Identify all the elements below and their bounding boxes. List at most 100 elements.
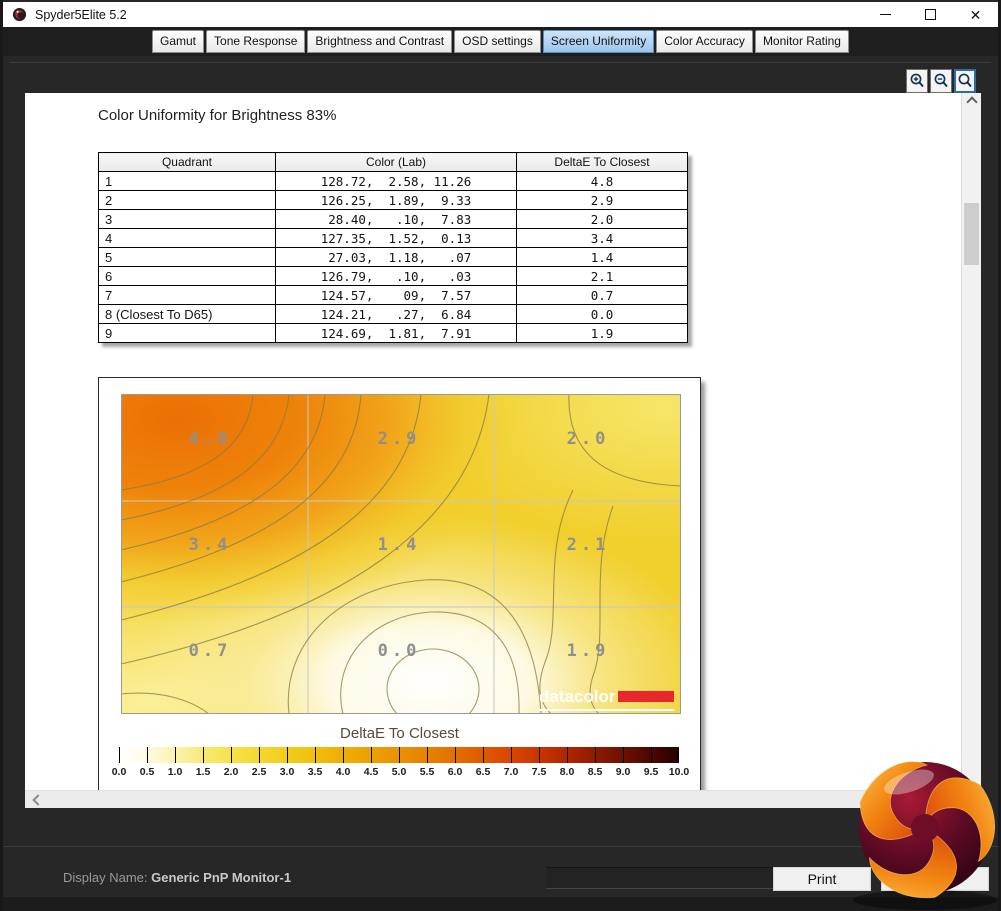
svg-text:datacolor: datacolor: [539, 687, 616, 706]
close-button[interactable]: ✕: [953, 2, 998, 27]
colorbar-tick-label: 6.5: [475, 766, 491, 778]
cell-delta: 3.4: [516, 228, 688, 248]
cell-quad: 9: [98, 323, 276, 343]
cell-lab: 128.72, 2.58, 11.26: [275, 171, 517, 191]
cell-lab: 126.25, 1.89, 9.33: [275, 190, 517, 210]
minimize-button[interactable]: [863, 2, 908, 27]
table-row: 3 28.40, .10, 7.83 2.0: [98, 209, 688, 229]
quadrant-value-label: 1.9: [567, 641, 610, 661]
colorbar-tick-label: 9.5: [643, 766, 659, 778]
colorbar-tick: [595, 747, 596, 763]
panel-divider: [10, 62, 991, 63]
page-title: Color Uniformity for Brightness 83%: [98, 107, 337, 124]
cell-quad: 2: [98, 190, 276, 210]
tab-osd-settings[interactable]: OSD settings: [454, 30, 541, 53]
colorbar-title: DeltaE To Closest: [340, 725, 459, 742]
colorbar-tick-label: 3.5: [307, 766, 323, 778]
zoom-in-button[interactable]: [906, 69, 928, 93]
cell-quad: 8 (Closest To D65): [98, 304, 276, 324]
cell-lab: 124.21, .27, 6.84: [275, 304, 517, 324]
cell-delta: 2.1: [516, 266, 688, 286]
quadrant-value-label: 0.7: [189, 641, 232, 661]
column-header-quadrant: Quadrant: [98, 152, 276, 172]
display-name-label: Display Name:: [63, 870, 148, 885]
zoom-out-button[interactable]: [930, 69, 952, 93]
colorbar-tick-label: 10.0: [668, 766, 690, 778]
cell-lab: 28.40, .10, 7.83: [275, 209, 517, 229]
tab-color-accuracy[interactable]: Color Accuracy: [656, 30, 753, 53]
tab-monitor-rating[interactable]: Monitor Rating: [754, 30, 849, 53]
cell-lab: 124.57, 09, 7.57: [275, 285, 517, 305]
colorbar-tick-label: 0.5: [139, 766, 155, 778]
column-header-color-lab: Color (Lab): [275, 152, 517, 172]
colorbar-tick: [147, 747, 148, 763]
table-row: 6 126.79, .10, .03 2.1: [98, 266, 688, 286]
colorbar-tick: [623, 747, 624, 763]
app-icon: [12, 7, 27, 22]
maximize-button[interactable]: [908, 2, 953, 27]
colorbar-tick: [259, 747, 260, 763]
chevron-up-icon: [965, 95, 978, 108]
colorbar-tick-label: 7.0: [503, 766, 519, 778]
app-window: Spyder5Elite 5.2 ✕ Gamut Tone Response Bri…: [0, 0, 1001, 911]
colorbar-tick: [651, 747, 652, 763]
table-body: 1 128.72, 2.58, 11.26 4.8 2 126.25, 1.89, 9.…: [98, 171, 688, 343]
cell-delta: 2.9: [516, 190, 688, 210]
colorbar-tick-label: 7.5: [531, 766, 547, 778]
colorbar-tick-label: 3.0: [279, 766, 295, 778]
contour-plot-box: 4.8 2.9 2.0 3.4 1.4 2.1 0.7 0.0 1.9 datacolor De…: [98, 377, 701, 795]
vertical-scroll-thumb[interactable]: [964, 203, 979, 265]
scroll-up-button[interactable]: [962, 93, 981, 110]
colorbar-tick: [287, 747, 288, 763]
table-row: 5 27.03, 1.18, .07 1.4: [98, 247, 688, 267]
colorbar-tick-label: 8.5: [587, 766, 603, 778]
tab-bar: Gamut Tone Response Brightness and Contras…: [3, 27, 998, 56]
cell-delta: 2.0: [516, 209, 688, 229]
tab-gamut[interactable]: Gamut: [152, 30, 205, 53]
cell-delta: 4.8: [516, 171, 688, 191]
scroll-left-button[interactable]: [29, 791, 47, 808]
colorbar-tick: [455, 747, 456, 763]
zoom-reset-button[interactable]: [954, 69, 976, 93]
spyder-logo: [853, 761, 997, 910]
print-button-label: Print: [807, 871, 837, 887]
tab-tone-response[interactable]: Tone Response: [206, 30, 306, 53]
column-header-deltae: DeltaE To Closest: [516, 152, 688, 172]
footer-bottom-strip: [3, 897, 998, 911]
tab-brightness-and-contrast[interactable]: Brightness and Contrast: [307, 30, 453, 53]
colorbar-tick: [567, 747, 568, 763]
colorbar-tick: [399, 747, 400, 763]
cell-lab: 124.69, 1.81, 7.91: [275, 323, 517, 343]
magnifier-plus-icon: [910, 73, 924, 88]
magnifier-minus-icon: [934, 73, 948, 88]
colorbar-tick-label: 5.5: [419, 766, 435, 778]
window-controls: ✕: [863, 2, 998, 27]
footer-input-field[interactable]: [546, 867, 773, 889]
colorbar-tick: [483, 747, 484, 763]
title-bar: Spyder5Elite 5.2 ✕: [3, 2, 998, 27]
colorbar-tick: [511, 747, 512, 763]
vertical-scrollbar[interactable]: [961, 93, 981, 808]
colorbar-tick-label: 5.0: [391, 766, 407, 778]
display-name: Display Name: Generic PnP Monitor-1: [63, 870, 291, 885]
colorbar-tick-label: 2.5: [251, 766, 267, 778]
colorbar-tick: [203, 747, 204, 763]
cell-delta: 1.4: [516, 247, 688, 267]
datacolor-red-bar: [618, 691, 674, 702]
colorbar-tick-label: 8.0: [559, 766, 575, 778]
colorbar-tick-label: 9.0: [615, 766, 631, 778]
cell-quad: 6: [98, 266, 276, 286]
quadrant-value-label: 3.4: [189, 535, 232, 555]
cell-quad: 5: [98, 247, 276, 267]
colorbar-tick: [175, 747, 176, 763]
horizontal-scrollbar[interactable]: [25, 790, 961, 808]
display-name-value: Generic PnP Monitor-1: [151, 870, 292, 885]
colorbar-labels: 0.0 0.5 1.0 1.5 2.0 2.5 3.0 3.5 4.0 4.5 5.0 5.5 6.0 6…: [112, 766, 690, 780]
tab-screen-uniformity[interactable]: Screen Uniformity: [542, 30, 655, 53]
table-row: 9 124.69, 1.81, 7.91 1.9: [98, 323, 688, 343]
colorbar-tick: [231, 747, 232, 763]
datacolor-underline: [539, 709, 674, 711]
colorbar-tick-label: 4.0: [335, 766, 351, 778]
colorbar-tick-label: 1.0: [167, 766, 183, 778]
cell-quad: 1: [98, 171, 276, 191]
